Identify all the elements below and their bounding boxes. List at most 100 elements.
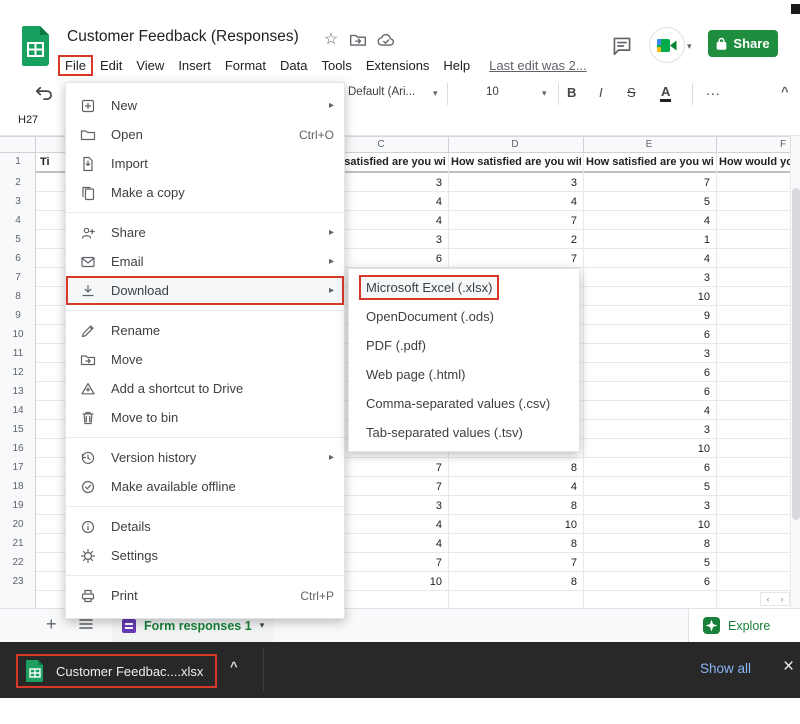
cell-D21[interactable]: 8 (517, 538, 577, 550)
row-header-15[interactable]: 15 (0, 424, 36, 435)
scrollbar-thumb[interactable] (792, 188, 800, 520)
cell-D6[interactable]: 7 (517, 253, 577, 265)
column-header-f[interactable]: F (780, 139, 786, 150)
strikethrough-button[interactable]: S (627, 85, 636, 100)
row-header-19[interactable]: 19 (0, 500, 36, 511)
cell-E3[interactable]: 5 (650, 196, 710, 208)
scroll-left-icon[interactable]: ‹ (767, 594, 770, 604)
submenu-item-comma-separated-values-csv-[interactable]: Comma-separated values (.csv) (349, 389, 579, 418)
row-header-20[interactable]: 20 (0, 519, 36, 530)
undo-icon[interactable] (34, 84, 56, 104)
font-caret-icon[interactable]: ▾ (433, 88, 438, 99)
collapse-toolbar-button[interactable]: ^ (781, 84, 789, 99)
horizontal-scroll-buttons[interactable]: ‹ › (760, 592, 790, 606)
cell-C3[interactable]: 4 (382, 196, 442, 208)
all-sheets-menu-icon[interactable] (78, 617, 94, 631)
file-menu-item-email[interactable]: Email▸ (66, 247, 344, 276)
submenu-item-web-page-html-[interactable]: Web page (.html) (349, 360, 579, 389)
downloaded-file-item[interactable]: Customer Feedbac....xlsx (16, 654, 217, 688)
cell-E8[interactable]: 10 (650, 291, 710, 303)
cell-E5[interactable]: 1 (650, 234, 710, 246)
share-button[interactable]: Share (708, 30, 778, 57)
cell-C18[interactable]: 7 (382, 481, 442, 493)
file-menu-item-make-a-copy[interactable]: Make a copy (66, 178, 344, 207)
row-header-23[interactable]: 23 (0, 576, 36, 587)
file-menu-item-make-available-offline[interactable]: Make available offline (66, 472, 344, 501)
file-menu-item-details[interactable]: Details (66, 512, 344, 541)
submenu-item-opendocument-ods-[interactable]: OpenDocument (.ods) (349, 302, 579, 331)
submenu-item-tab-separated-values-tsv-[interactable]: Tab-separated values (.tsv) (349, 418, 579, 447)
close-download-bar-icon[interactable]: × (783, 656, 794, 678)
row-header-21[interactable]: 21 (0, 538, 36, 549)
cell-C21[interactable]: 4 (382, 538, 442, 550)
row-header-4[interactable]: 4 (0, 215, 36, 226)
cell-C2[interactable]: 3 (382, 177, 442, 189)
column-header-e[interactable]: E (646, 139, 653, 150)
menu-format[interactable]: Format (218, 56, 273, 75)
vertical-scrollbar[interactable] (790, 136, 800, 608)
cell-E13[interactable]: 6 (650, 386, 710, 398)
file-menu-item-version-history[interactable]: Version history▸ (66, 443, 344, 472)
row-header-14[interactable]: 14 (0, 405, 36, 416)
menu-file[interactable]: File (58, 55, 93, 76)
submenu-item-pdf-pdf-[interactable]: PDF (.pdf) (349, 331, 579, 360)
cell-E4[interactable]: 4 (650, 215, 710, 227)
file-menu-item-move[interactable]: Move (66, 345, 344, 374)
cell-D5[interactable]: 2 (517, 234, 577, 246)
download-chevron-up-icon[interactable]: ^ (230, 659, 238, 674)
italic-button[interactable]: I (599, 85, 603, 100)
row-header-11[interactable]: 11 (0, 348, 36, 359)
cell-E7[interactable]: 3 (650, 272, 710, 284)
submenu-item-microsoft-excel-xlsx-[interactable]: Microsoft Excel (.xlsx) (349, 273, 579, 302)
row-header-10[interactable]: 10 (0, 329, 36, 340)
file-menu-item-import[interactable]: Import (66, 149, 344, 178)
file-menu-item-settings[interactable]: Settings (66, 541, 344, 570)
show-all-downloads-link[interactable]: Show all (700, 661, 751, 676)
cell-E20[interactable]: 10 (650, 519, 710, 531)
cell-D20[interactable]: 10 (517, 519, 577, 531)
cell-E12[interactable]: 6 (650, 367, 710, 379)
cell-D19[interactable]: 8 (517, 500, 577, 512)
menu-tools[interactable]: Tools (314, 56, 358, 75)
explore-button[interactable]: Explore (688, 609, 800, 642)
cell-E2[interactable]: 7 (650, 177, 710, 189)
cell-C19[interactable]: 3 (382, 500, 442, 512)
row-header-6[interactable]: 6 (0, 253, 36, 264)
cell-C5[interactable]: 3 (382, 234, 442, 246)
text-color-button[interactable]: A (660, 85, 671, 102)
bold-button[interactable]: B (567, 85, 576, 100)
name-box[interactable]: H27 (18, 114, 38, 126)
cell-C22[interactable]: 7 (382, 557, 442, 569)
cell-E10[interactable]: 6 (650, 329, 710, 341)
cell-C4[interactable]: 4 (382, 215, 442, 227)
size-caret-icon[interactable]: ▾ (542, 88, 547, 99)
cell-E16[interactable]: 10 (650, 443, 710, 455)
menu-help[interactable]: Help (436, 56, 477, 75)
file-menu-item-open[interactable]: OpenCtrl+O (66, 120, 344, 149)
star-icon[interactable]: ☆ (322, 31, 340, 49)
column-header-d[interactable]: D (511, 139, 518, 150)
row-header-16[interactable]: 16 (0, 443, 36, 454)
cell-C6[interactable]: 6 (382, 253, 442, 265)
row-header-1[interactable]: 1 (0, 156, 36, 167)
row-header-17[interactable]: 17 (0, 462, 36, 473)
cell-F1[interactable]: How would yo (719, 156, 794, 168)
file-menu-item-rename[interactable]: Rename (66, 316, 344, 345)
font-size-select[interactable]: 10 (486, 86, 499, 98)
row-header-7[interactable]: 7 (0, 272, 36, 283)
row-header-2[interactable]: 2 (0, 177, 36, 188)
file-menu-item-add-a-shortcut-to-drive[interactable]: Add a shortcut to Drive (66, 374, 344, 403)
column-header-c[interactable]: C (377, 139, 384, 150)
select-all-corner[interactable] (0, 137, 36, 153)
row-header-12[interactable]: 12 (0, 367, 36, 378)
cell-E22[interactable]: 5 (650, 557, 710, 569)
cell-E14[interactable]: 4 (650, 405, 710, 417)
menu-extensions[interactable]: Extensions (359, 56, 437, 75)
cell-E11[interactable]: 3 (650, 348, 710, 360)
cell-C23[interactable]: 10 (382, 576, 442, 588)
file-menu-item-print[interactable]: PrintCtrl+P (66, 581, 344, 610)
cell-C20[interactable]: 4 (382, 519, 442, 531)
row-header-9[interactable]: 9 (0, 310, 36, 321)
file-menu-item-move-to-bin[interactable]: Move to bin (66, 403, 344, 432)
row-header-5[interactable]: 5 (0, 234, 36, 245)
